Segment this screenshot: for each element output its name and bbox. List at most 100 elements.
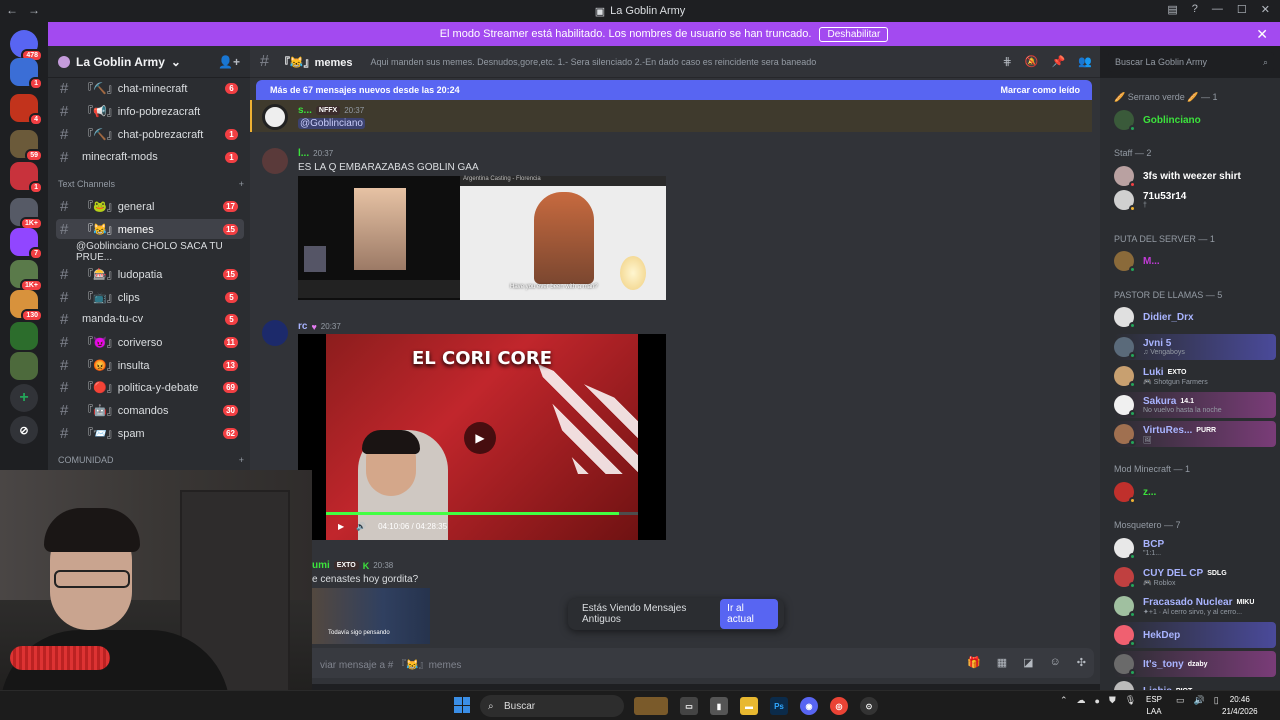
- server-icon[interactable]: [10, 352, 38, 380]
- channel-item[interactable]: # 『🎰』ludopatia 15: [56, 264, 244, 284]
- jump-present-button[interactable]: Ir al actual: [720, 599, 778, 629]
- discord-icon[interactable]: ◉: [800, 697, 818, 715]
- weather-widget-icon[interactable]: [634, 697, 668, 715]
- app-icon[interactable]: ⊙: [860, 697, 878, 715]
- channel-item[interactable]: # 『🐸』general 17: [56, 196, 244, 216]
- member-item[interactable]: Sakura 14.1 No vuelvo hasta la noche: [1114, 392, 1276, 418]
- server-icon[interactable]: 1: [10, 162, 43, 194]
- file-explorer-icon[interactable]: ▬: [740, 697, 758, 715]
- channel-item[interactable]: # 『😹』memes 15: [56, 219, 244, 239]
- tray-icon[interactable]: ●: [1095, 696, 1100, 706]
- channel-item[interactable]: # 『😈』coriverso 11: [56, 332, 244, 352]
- member-list-icon[interactable]: 👥: [1078, 55, 1092, 68]
- video-progress[interactable]: [326, 512, 638, 515]
- sticker-icon[interactable]: ◪: [1023, 656, 1033, 669]
- guild-header[interactable]: La Goblin Army ⌄ 👤+: [48, 46, 250, 78]
- server-icon[interactable]: [10, 322, 38, 350]
- channel-item[interactable]: # 『🔴』politica-y-debate 69: [56, 377, 244, 397]
- nav-arrows[interactable]: ← →: [6, 3, 40, 17]
- member-item[interactable]: Goblinciano: [1114, 107, 1276, 133]
- channel-topic[interactable]: Aqui manden sus memes. Desnudos,gore,etc…: [371, 57, 817, 67]
- member-item[interactable]: M...: [1114, 248, 1276, 274]
- taskbar-search[interactable]: ⌕ Buscar: [480, 695, 624, 717]
- thread-item[interactable]: @Goblinciano CHOLO SACA TU PRUE...: [56, 241, 244, 263]
- channel-item[interactable]: # manda-tu-cv 5: [56, 309, 244, 329]
- video-attachment[interactable]: EL CORI CORE ▶ ▶ 🔊 04:10:06 / 04:28:35: [298, 334, 666, 540]
- back-icon[interactable]: ←: [6, 3, 18, 17]
- channel-item[interactable]: # 『📨』spam 62: [56, 423, 244, 443]
- help-icon[interactable]: ?: [1192, 3, 1198, 16]
- avatar[interactable]: [262, 148, 288, 174]
- tray-icon[interactable]: ☁: [1077, 695, 1086, 706]
- image-attachment[interactable]: Todavía sigo pensando: [312, 588, 430, 644]
- photoshop-icon[interactable]: Ps: [770, 697, 788, 715]
- image-attachment[interactable]: Argentina Casting - Florencia Have you e…: [460, 176, 666, 300]
- pin-icon[interactable]: 📌: [1052, 55, 1066, 68]
- notification-icon[interactable]: 🔕: [1025, 55, 1039, 68]
- windows-start-icon[interactable]: [454, 697, 470, 713]
- image-attachment[interactable]: [298, 176, 460, 300]
- member-item[interactable]: HekDep: [1114, 622, 1276, 648]
- author[interactable]: s...: [298, 105, 312, 116]
- member-item[interactable]: VirtuRes... PURR 🖼: [1114, 421, 1276, 447]
- disable-button[interactable]: Deshabilitar: [819, 26, 889, 42]
- minimize-icon[interactable]: —: [1212, 3, 1223, 16]
- server-icon[interactable]: 59: [10, 130, 43, 162]
- language-indicator[interactable]: ESP LAA: [1146, 694, 1162, 718]
- channel-item[interactable]: # 『📢』info-pobrezacraft: [56, 101, 244, 121]
- forward-icon[interactable]: →: [28, 3, 40, 17]
- author[interactable]: l...: [298, 148, 309, 159]
- play-icon[interactable]: ▶: [338, 522, 344, 531]
- channel-item[interactable]: # 『⛏️』chat-pobrezacraft 1: [56, 124, 244, 144]
- mention[interactable]: @Goblinciano: [298, 118, 365, 129]
- member-item[interactable]: Luki EXTO 🎮 Shotgun Farmers: [1114, 363, 1276, 389]
- mark-read-button[interactable]: Marcar como leído: [1000, 85, 1080, 95]
- volume-icon[interactable]: 🔊: [356, 522, 366, 531]
- member-item[interactable]: Didier_Drx: [1114, 304, 1276, 330]
- close-icon[interactable]: ✕: [1261, 3, 1270, 16]
- member-item[interactable]: 71u53r14 †: [1114, 187, 1276, 213]
- category-community[interactable]: COMUNIDAD +: [58, 455, 244, 465]
- author[interactable]: rc: [298, 321, 307, 332]
- channel-item[interactable]: # 『⛏️』chat-minecraft 6: [56, 78, 244, 98]
- clock[interactable]: 20:46 21/4/2026: [1222, 694, 1258, 718]
- discover-icon[interactable]: ⊘: [10, 416, 38, 444]
- channel-item[interactable]: # 『🤖』comandos 30: [56, 400, 244, 420]
- maximize-icon[interactable]: ☐: [1237, 3, 1247, 16]
- close-banner-icon[interactable]: ✕: [1256, 26, 1268, 43]
- search-input[interactable]: Buscar La Goblin Army ⌕: [1108, 52, 1274, 72]
- apps-icon[interactable]: ✣: [1077, 656, 1086, 669]
- add-member-icon[interactable]: 👤+: [218, 55, 240, 69]
- add-server-icon[interactable]: +: [10, 384, 38, 412]
- channel-item[interactable]: # 『😡』insulta 13: [56, 355, 244, 375]
- member-item[interactable]: BCP "1:1...: [1114, 535, 1276, 561]
- server-icon[interactable]: 1: [10, 58, 43, 90]
- member-item[interactable]: It's_tony dzaby: [1114, 651, 1276, 677]
- member-item[interactable]: z...: [1114, 479, 1276, 505]
- mic-icon[interactable]: 🎙: [1125, 695, 1136, 706]
- threads-icon[interactable]: ⋕: [1003, 55, 1012, 68]
- add-channel-icon[interactable]: +: [239, 179, 244, 189]
- server-icon[interactable]: 7: [10, 228, 43, 260]
- member-item[interactable]: Jvni 5 ♫ Vengaboys: [1114, 334, 1276, 360]
- app-icon[interactable]: ▮: [710, 697, 728, 715]
- channel-item[interactable]: # minecraft-mods 1: [56, 147, 244, 167]
- play-icon[interactable]: ▶: [464, 422, 496, 454]
- chevron-up-icon[interactable]: ⌃: [1060, 695, 1068, 706]
- task-view-icon[interactable]: ▭: [680, 697, 698, 715]
- server-icon[interactable]: 130: [10, 290, 43, 322]
- server-icon[interactable]: 4: [10, 94, 43, 126]
- chrome-icon[interactable]: ◎: [830, 697, 848, 715]
- avatar[interactable]: [262, 104, 288, 130]
- category-text-channels[interactable]: Text Channels +: [58, 179, 244, 189]
- gift-icon[interactable]: 🎁: [967, 656, 981, 669]
- member-item[interactable]: Fracasado Nuclear MIKU ✦+1 · Al cerro sirv…: [1114, 593, 1276, 619]
- server-icon[interactable]: 478: [10, 30, 43, 62]
- member-item[interactable]: CUY DEL CP SDLG 🎮 Roblox: [1114, 564, 1276, 590]
- emoji-icon[interactable]: ☺: [1050, 656, 1061, 669]
- server-icon[interactable]: 1K+: [10, 198, 43, 230]
- add-channel-icon[interactable]: +: [239, 455, 244, 465]
- member-item[interactable]: LichisPIOT: [1114, 678, 1276, 690]
- status-icons[interactable]: ▭ 🔊 ▯: [1176, 695, 1219, 706]
- gif-icon[interactable]: ▦: [997, 656, 1007, 669]
